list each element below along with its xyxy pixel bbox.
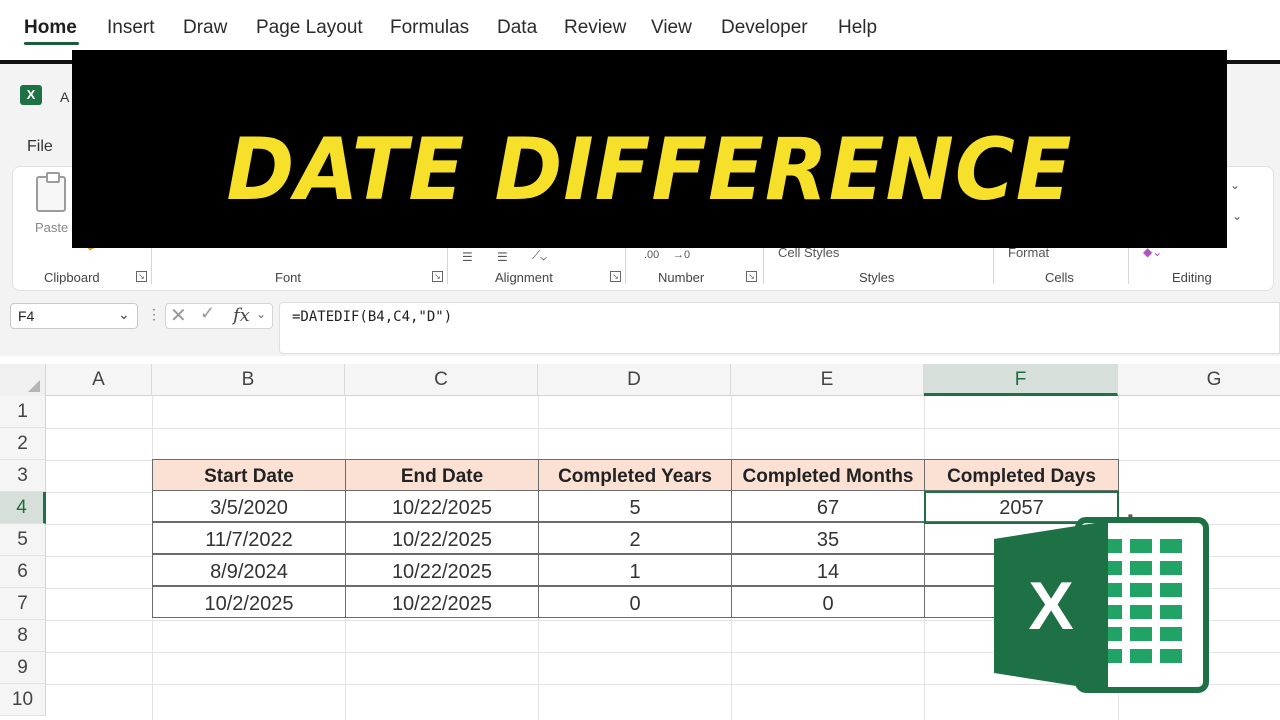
group-label-number: Number [658, 270, 705, 285]
active-tab-indicator [24, 42, 79, 45]
row-header-9[interactable]: 9 [0, 652, 46, 684]
row-header-6[interactable]: 6 [0, 556, 46, 588]
group-label-styles: Styles [859, 270, 895, 285]
group-label-clipboard: Clipboard [44, 270, 100, 285]
formula-input[interactable]: =DATEDIF(B4,C4,"D") [279, 302, 1280, 354]
menu-review[interactable]: Review [564, 17, 626, 39]
column-header-f[interactable]: F [924, 364, 1118, 396]
enter-check-icon[interactable]: ✓ [200, 303, 215, 324]
chevron-down-icon[interactable]: ⌄ [256, 307, 266, 321]
column-header-e[interactable]: E [731, 364, 924, 396]
table-cell[interactable]: 5 [538, 490, 732, 522]
menu-data[interactable]: Data [497, 17, 537, 39]
gridline [46, 428, 1280, 429]
align-right-icon[interactable]: ☰ [497, 250, 508, 264]
number-launcher-icon[interactable]: ↘ [746, 271, 757, 282]
row-header-2[interactable]: 2 [0, 428, 46, 460]
clipboard-launcher-icon[interactable]: ↘ [136, 271, 147, 282]
table-cell[interactable]: 67 [731, 490, 925, 522]
decrease-decimal-button[interactable]: .00 [644, 249, 659, 261]
group-label-font: Font [275, 270, 302, 285]
menu-help[interactable]: Help [838, 17, 877, 39]
orientation-icon[interactable]: ⟋⌄ [532, 248, 547, 263]
row-header-3[interactable]: 3 [0, 460, 46, 492]
group-label-alignment: Alignment [495, 270, 553, 285]
cancel-icon[interactable]: ✕ [170, 303, 187, 328]
menu-developer[interactable]: Developer [721, 17, 808, 39]
chevron-down-icon[interactable]: ⌄ [1230, 178, 1240, 192]
paste-button[interactable]: Paste [35, 220, 68, 235]
increase-decimal-button[interactable]: →0 [673, 249, 690, 261]
document-title: A [60, 89, 70, 105]
table-cell[interactable]: 11/7/2022 [152, 522, 346, 554]
more-vertical-icon[interactable]: ⋮ [147, 306, 161, 323]
row-header-4[interactable]: 4 [0, 492, 46, 524]
menu-insert[interactable]: Insert [107, 17, 155, 39]
excel-logo-icon: X [994, 517, 1209, 693]
column-header-d[interactable]: D [538, 364, 731, 396]
table-cell[interactable]: 1 [538, 554, 732, 586]
header-cell-completed-years[interactable]: Completed Years [538, 459, 732, 491]
row-header-10[interactable]: 10 [0, 684, 46, 716]
row-header-8[interactable]: 8 [0, 620, 46, 652]
table-cell[interactable]: 2 [538, 522, 732, 554]
menu-view[interactable]: View [651, 17, 692, 39]
column-header-b[interactable]: B [152, 364, 345, 396]
select-all-triangle-icon [28, 380, 40, 392]
title-banner: DATE DIFFERENCE [72, 50, 1227, 248]
table-cell[interactable]: 0 [538, 586, 732, 618]
table-cell[interactable]: 10/2/2025 [152, 586, 346, 618]
column-header-g[interactable]: G [1118, 364, 1280, 396]
chevron-down-icon[interactable]: ⌄ [1232, 209, 1242, 223]
insert-function-button[interactable]: fx [233, 305, 250, 326]
menu-page-layout[interactable]: Page Layout [256, 17, 363, 39]
table-cell[interactable]: 3/5/2020 [152, 490, 346, 522]
table-cell[interactable]: 10/22/2025 [345, 554, 539, 586]
menu-home[interactable]: Home [24, 17, 77, 39]
table-cell[interactable]: 10/22/2025 [345, 522, 539, 554]
banner-title: DATE DIFFERENCE [226, 120, 1073, 220]
chevron-down-icon[interactable]: ⌄ [118, 306, 130, 323]
row-header-7[interactable]: 7 [0, 588, 46, 620]
row-header-5[interactable]: 5 [0, 524, 46, 556]
font-launcher-icon[interactable]: ↘ [432, 271, 443, 282]
table-cell[interactable]: 8/9/2024 [152, 554, 346, 586]
header-cell-end-date[interactable]: End Date [345, 459, 539, 491]
table-cell[interactable]: 35 [731, 522, 925, 554]
menu-bar: Home Insert Draw Page Layout Formulas Da… [0, 0, 1280, 50]
table-cell[interactable]: 0 [731, 586, 925, 618]
table-cell[interactable]: 10/22/2025 [345, 490, 539, 522]
row-header-1[interactable]: 1 [0, 396, 46, 428]
header-cell-completed-months[interactable]: Completed Months [731, 459, 925, 491]
header-cell-start-date[interactable]: Start Date [152, 459, 346, 491]
tab-file[interactable]: File [27, 138, 53, 156]
group-label-cells: Cells [1045, 270, 1074, 285]
menu-formulas[interactable]: Formulas [390, 17, 469, 39]
alignment-launcher-icon[interactable]: ↘ [610, 271, 621, 282]
header-cell-completed-days[interactable]: Completed Days [924, 459, 1119, 491]
table-cell[interactable]: 14 [731, 554, 925, 586]
clipboard-icon[interactable] [36, 172, 66, 212]
column-header-a[interactable]: A [46, 364, 152, 396]
align-left-icon[interactable]: ☰ [462, 250, 473, 264]
excel-app-icon: X [20, 85, 42, 105]
table-cell[interactable]: 10/22/2025 [345, 586, 539, 618]
logo-letter: X [1028, 568, 1073, 644]
group-label-editing: Editing [1172, 270, 1212, 285]
menu-draw[interactable]: Draw [183, 17, 227, 39]
column-header-c[interactable]: C [345, 364, 538, 396]
